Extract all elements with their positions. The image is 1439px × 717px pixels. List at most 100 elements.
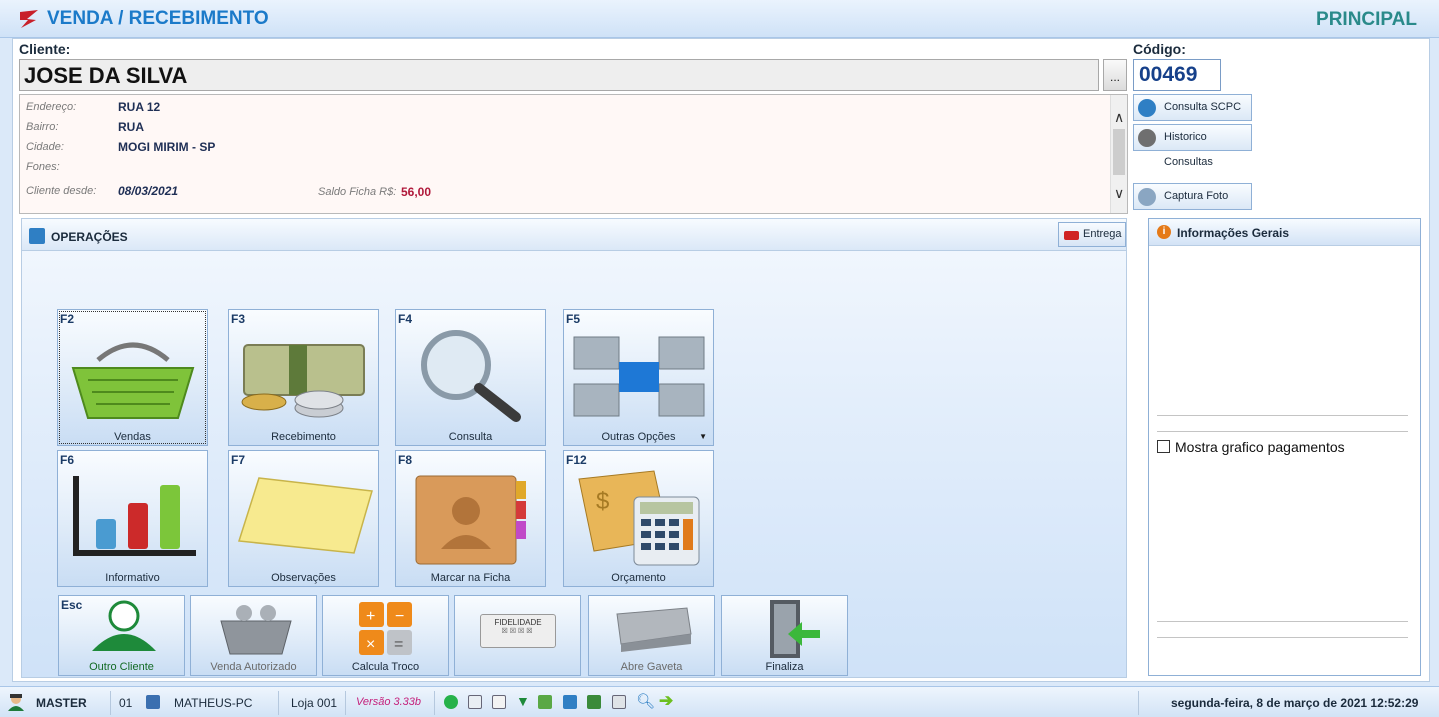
status-separator	[345, 691, 346, 715]
calculator-small-icon[interactable]	[612, 695, 626, 709]
status-separator	[1138, 691, 1139, 715]
user-icon	[92, 600, 156, 651]
chevron-down-icon[interactable]: ∨	[1114, 185, 1124, 202]
calcula-troco-button[interactable]: + − × = Calcula Troco	[322, 595, 449, 676]
divider	[1157, 415, 1408, 416]
tile-label: Observações	[271, 572, 336, 584]
history-icon	[1138, 129, 1156, 147]
upload-icon[interactable]	[538, 695, 552, 709]
client-name-field[interactable]: JOSE DA SILVA	[19, 59, 1099, 91]
chat-icon[interactable]	[444, 695, 458, 709]
info-panel-header: i Informações Gerais	[1149, 219, 1420, 246]
network-icon	[573, 336, 705, 417]
tile-label: Vendas	[114, 431, 151, 443]
tile-observacoes[interactable]: F7 Observações	[228, 450, 379, 587]
client-label: Cliente:	[19, 41, 71, 57]
magnifier-icon	[421, 330, 521, 422]
tile-label: Consulta	[448, 431, 493, 443]
tile-key: F6	[60, 453, 75, 467]
calculator-icon: $	[578, 470, 700, 566]
historico-consultas-button[interactable]: Historico Consultas	[1133, 124, 1252, 168]
tile-outras-opcoes[interactable]: F5 Outras Opções ▼	[563, 309, 714, 446]
tile-key: F7	[231, 453, 246, 467]
fidelidade-card-label: FIDELIDADE	[494, 618, 542, 627]
tile-label: Finaliza	[765, 661, 804, 673]
info-panel-title: Informações Gerais	[1177, 226, 1290, 240]
mostra-grafico-label[interactable]: Mostra grafico pagamentos	[1175, 439, 1345, 455]
divider	[1157, 621, 1408, 622]
divider	[1157, 637, 1408, 638]
tile-label: Abre Gaveta	[620, 661, 683, 673]
client-code-field[interactable]: 00469	[1133, 59, 1221, 91]
status-terminal: 01	[119, 696, 133, 710]
info-icon: i	[1157, 225, 1171, 239]
sticky-note-icon	[238, 477, 373, 554]
tile-label: Venda Autorizado	[210, 661, 297, 673]
loyalty-card-icon: FIDELIDADE ☒☒☒☒	[480, 614, 556, 648]
svg-text:×: ×	[366, 636, 375, 653]
captura-label: Captura Foto	[1164, 190, 1229, 202]
tile-key: Esc	[61, 598, 83, 612]
historico-label: Historico Consultas	[1164, 131, 1213, 168]
tile-vendas[interactable]: F2 Vendas	[57, 309, 208, 446]
calendar-icon[interactable]	[468, 695, 482, 709]
svg-text:$: $	[596, 488, 609, 515]
address-value: RUA 12	[118, 100, 161, 114]
search-document-icon[interactable]	[492, 695, 506, 709]
svg-text:−: −	[395, 608, 404, 625]
venda-autorizado-button[interactable]: Venda Autorizado	[190, 595, 317, 676]
abre-gaveta-button[interactable]: Abre Gaveta	[588, 595, 715, 676]
tile-key: F5	[566, 312, 581, 326]
dropdown-arrow-icon: ▼	[699, 432, 707, 441]
user-avatar-icon	[8, 694, 24, 711]
scroll-thumb[interactable]	[1113, 129, 1125, 175]
phone-icon[interactable]	[563, 695, 577, 709]
tile-label: Calcula Troco	[351, 661, 420, 673]
tile-label: Informativo	[105, 572, 160, 584]
tile-label: Marcar na Ficha	[430, 572, 511, 584]
finaliza-button[interactable]: Finaliza	[721, 595, 848, 676]
chevron-up-icon[interactable]: ∧	[1114, 109, 1124, 126]
status-separator	[434, 691, 435, 715]
status-datetime: segunda-feira, 8 de março de 2021 12:52:…	[1171, 696, 1419, 710]
details-scrollbar[interactable]: ∧ ∨	[1110, 95, 1127, 213]
balance-label: Saldo Ficha R$:	[318, 186, 397, 198]
tile-marcar-ficha[interactable]: F8 Marcar na Ficha	[395, 450, 546, 587]
app-icon[interactable]	[587, 695, 601, 709]
captura-foto-button[interactable]: Captura Foto	[1133, 183, 1252, 210]
tile-orcamento[interactable]: F12 $ Orçamento	[563, 450, 714, 587]
client-since-label: Cliente desde:	[26, 185, 97, 197]
status-separator	[110, 691, 111, 715]
client-since-value: 08/03/2021	[118, 184, 179, 198]
basket-people-icon	[220, 605, 292, 655]
operations-panel: OPERAÇÕES Entrega F2 Vendas F3 Recebimen…	[21, 218, 1127, 678]
app-logo-icon	[20, 10, 38, 28]
outro-cliente-button[interactable]: Esc Outro Cliente	[58, 595, 185, 676]
consulta-scpc-button[interactable]: Consulta SCPC	[1133, 94, 1252, 121]
svg-text:=: =	[394, 636, 403, 653]
exit-door-icon	[770, 600, 820, 658]
mostra-grafico-checkbox[interactable]	[1157, 440, 1170, 453]
zoom-icon[interactable]: 🔍︎	[636, 692, 655, 710]
card-grid: ☒☒☒☒	[501, 628, 535, 635]
entrega-button[interactable]: Entrega	[1058, 222, 1126, 247]
tile-informativo[interactable]: F6 Informativo	[57, 450, 208, 587]
tile-key: F12	[566, 453, 587, 467]
tile-label: Recebimento	[271, 431, 336, 443]
tile-key: F8	[398, 453, 413, 467]
district-label: Bairro:	[26, 121, 59, 133]
download-arrow-icon[interactable]: ▼	[516, 693, 530, 709]
status-bar: MASTER 01 MATHEUS-PC Loja 001 Versão 3.3…	[0, 686, 1439, 717]
client-search-button[interactable]: ...	[1103, 59, 1127, 91]
fidelidade-button[interactable]: FIDELIDADE ☒☒☒☒	[454, 595, 581, 676]
section-title: PRINCIPAL	[1316, 9, 1417, 30]
balance-value: 56,00	[401, 185, 432, 199]
tile-key: F2	[60, 312, 75, 326]
next-arrow-icon[interactable]: ➔	[659, 691, 673, 711]
operations-header: OPERAÇÕES Entrega	[22, 219, 1126, 251]
tile-recebimento[interactable]: F3 Recebimento	[228, 309, 379, 446]
operations-title: OPERAÇÕES	[51, 230, 128, 244]
tile-consulta[interactable]: F4 Consulta	[395, 309, 546, 446]
tile-key: F3	[231, 312, 246, 326]
city-value: MOGI MIRIM - SP	[118, 140, 216, 154]
